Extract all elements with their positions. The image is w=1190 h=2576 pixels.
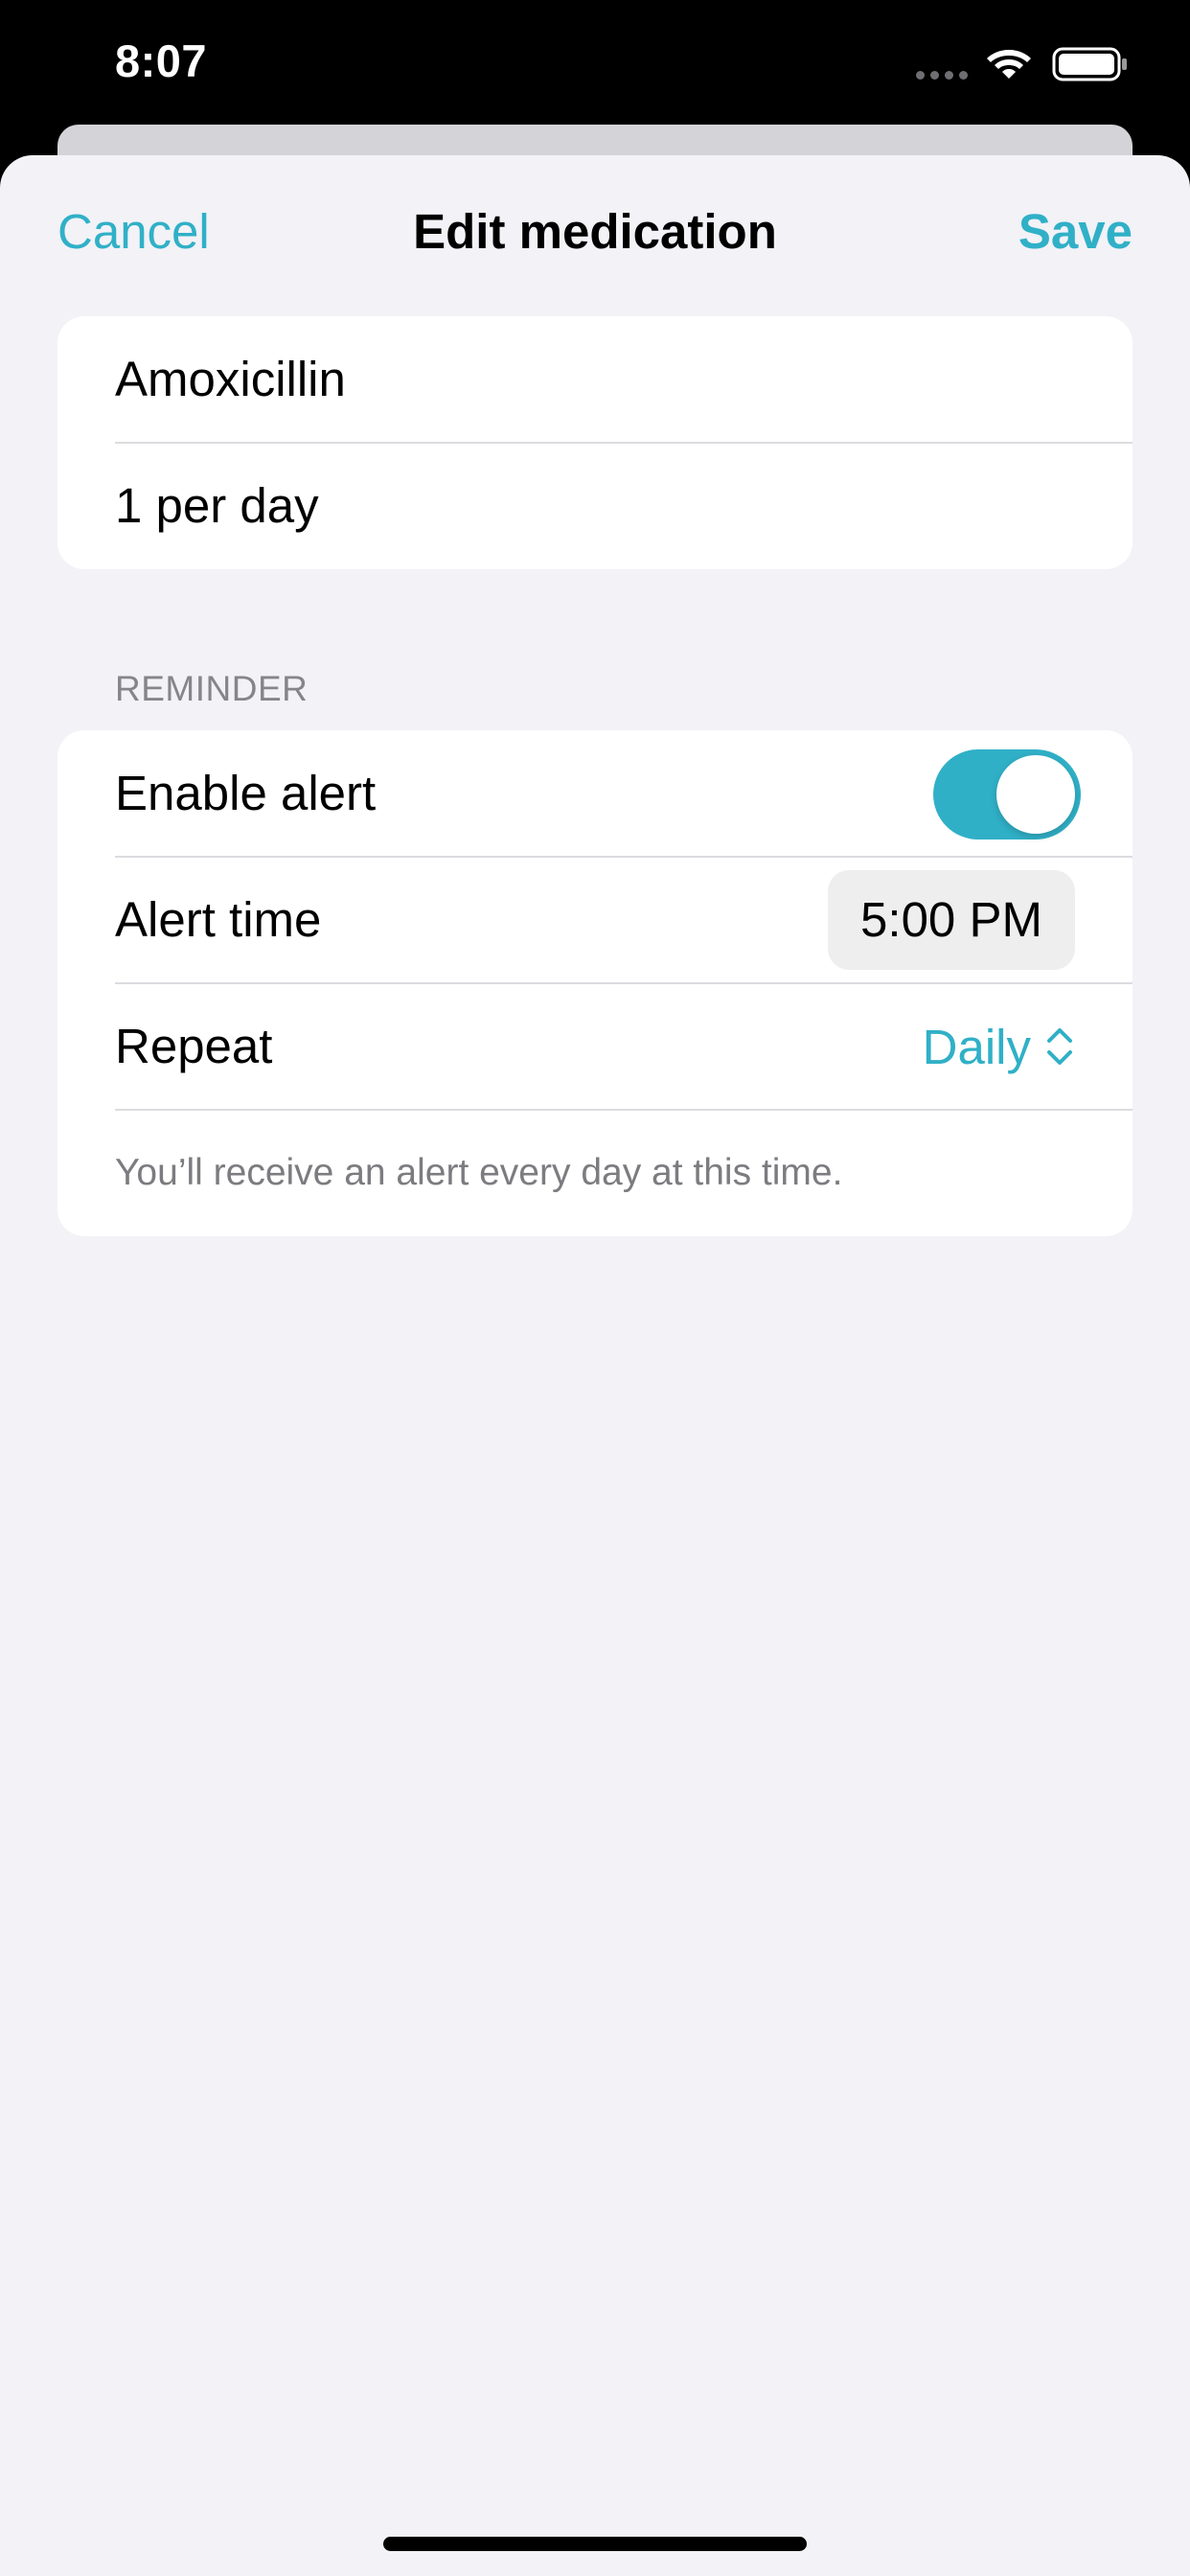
enable-alert-toggle[interactable]: [933, 749, 1081, 840]
reminder-section-header: REMINDER: [115, 669, 309, 708]
repeat-label: Repeat: [115, 1019, 273, 1073]
reminder-note-row: You’ll receive an alert every day at thi…: [57, 1110, 1133, 1236]
enable-alert-row: Enable alert: [57, 730, 1133, 857]
page-title: Edit medication: [413, 204, 777, 259]
battery-icon: [1052, 47, 1127, 81]
home-indicator: [383, 2537, 807, 2551]
medication-name-field[interactable]: [115, 316, 1073, 443]
status-bar: 8:07: [0, 0, 1190, 134]
wifi-icon: [987, 50, 1031, 79]
medication-details-group: [57, 316, 1133, 569]
save-button[interactable]: Save: [1018, 203, 1133, 260]
medication-name-row[interactable]: [57, 316, 1133, 443]
status-time: 8:07: [115, 35, 208, 86]
medication-dosage-field[interactable]: [115, 443, 1073, 569]
repeat-picker[interactable]: Daily: [923, 983, 1075, 1110]
chevron-updown-icon: [1047, 1028, 1072, 1065]
repeat-row: Repeat Daily: [57, 983, 1133, 1110]
alert-time-label: Alert time: [115, 892, 322, 947]
alert-time-row: Alert time 5:00 PM: [57, 857, 1133, 983]
medication-dosage-row[interactable]: [57, 443, 1133, 569]
enable-alert-label: Enable alert: [115, 766, 377, 820]
cellular-signal-icon: [916, 71, 968, 80]
repeat-value: Daily: [922, 1019, 1031, 1074]
reminder-note: You’ll receive an alert every day at thi…: [115, 1152, 843, 1193]
alert-time-picker[interactable]: 5:00 PM: [828, 870, 1075, 970]
reminder-group: Enable alert Alert time 5:00 PM Repeat D…: [57, 730, 1133, 1236]
toggle-knob: [996, 755, 1075, 834]
